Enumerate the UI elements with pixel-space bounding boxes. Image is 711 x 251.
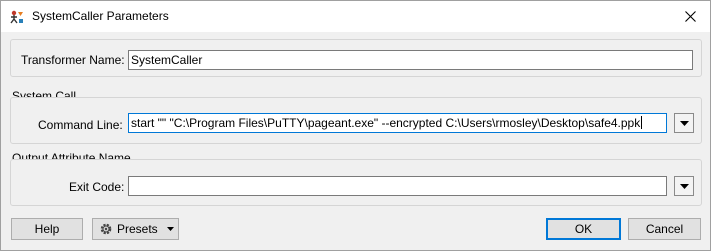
help-button-label: Help: [34, 222, 60, 236]
transformer-name-input[interactable]: SystemCaller: [128, 50, 693, 70]
system-call-group: Command Line: start "" "C:\Program Files…: [10, 97, 702, 144]
exit-code-label: Exit Code:: [69, 180, 125, 194]
command-line-input[interactable]: start "" "C:\Program Files\PuTTY\pageant…: [128, 113, 667, 133]
output-attribute-group: Exit Code:: [10, 159, 702, 206]
cancel-button-label: Cancel: [645, 222, 684, 236]
transformer-name-label: Transformer Name:: [21, 53, 125, 67]
dialog-window: SystemCaller Parameters Transformer Name…: [0, 0, 711, 251]
presets-button[interactable]: Presets: [92, 218, 179, 240]
cancel-button[interactable]: Cancel: [628, 218, 701, 240]
ok-button[interactable]: OK: [546, 218, 621, 240]
presets-button-label: Presets: [117, 222, 158, 236]
exit-code-input[interactable]: [128, 176, 667, 196]
command-line-label: Command Line:: [38, 118, 123, 132]
text-caret: [641, 116, 643, 129]
close-button[interactable]: [670, 1, 710, 32]
command-line-text: start "" "C:\Program Files\PuTTY\pageant…: [131, 116, 641, 130]
window-title: SystemCaller Parameters: [32, 9, 169, 23]
fme-transformer-icon: [10, 10, 23, 24]
transformer-name-group: Transformer Name: SystemCaller: [10, 39, 702, 77]
title-bar: SystemCaller Parameters: [1, 1, 710, 32]
help-button[interactable]: Help: [11, 218, 83, 240]
command-line-menu-button[interactable]: [674, 113, 694, 133]
gear-icon: [100, 223, 112, 235]
triangle-down-icon: [679, 183, 689, 189]
triangle-down-icon: [166, 227, 174, 231]
close-icon: [684, 11, 696, 22]
triangle-down-icon: [679, 120, 689, 126]
ok-button-label: OK: [574, 222, 593, 236]
exit-code-menu-button[interactable]: [674, 176, 694, 196]
